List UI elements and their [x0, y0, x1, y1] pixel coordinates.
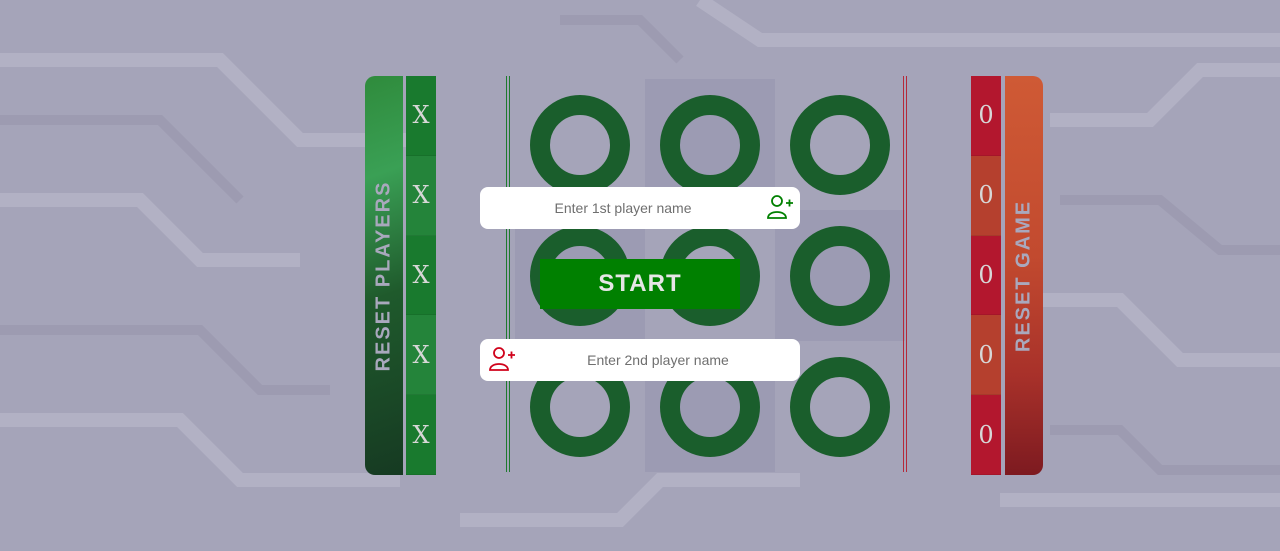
o-mark: 0 [971, 155, 1001, 236]
reset-players-label: RESET PLAYERS [372, 180, 395, 371]
o-ring [530, 94, 630, 195]
o-mark: 0 [971, 395, 1001, 475]
player1-name-input[interactable] [480, 186, 766, 230]
player2-name-box [480, 338, 800, 382]
player-o-marks: 0 0 0 0 0 [971, 76, 1001, 475]
x-mark: X [406, 395, 436, 475]
add-user-icon[interactable] [488, 344, 516, 377]
player1-name-box [480, 186, 800, 230]
reset-players-button[interactable]: RESET PLAYERS [365, 76, 403, 475]
reset-game-button[interactable]: RESET GAME [1005, 76, 1043, 475]
player2-name-input[interactable] [516, 338, 800, 382]
start-button[interactable]: START [540, 259, 740, 309]
add-user-icon[interactable] [766, 192, 794, 225]
o-mark: 0 [971, 315, 1001, 396]
x-mark: X [406, 315, 436, 396]
player-x-marks: X X X X X [406, 76, 436, 475]
o-mark: 0 [971, 235, 1001, 316]
red-divider [903, 76, 907, 472]
reset-game-label: RESET GAME [1012, 199, 1035, 352]
o-mark: 0 [971, 76, 1001, 156]
o-ring [790, 94, 890, 195]
o-ring [790, 356, 890, 457]
x-mark: X [406, 155, 436, 236]
x-mark: X [406, 235, 436, 316]
o-ring [790, 225, 890, 326]
o-ring [660, 94, 760, 195]
x-mark: X [406, 76, 436, 156]
board-cell[interactable] [775, 210, 905, 341]
green-divider [506, 76, 510, 472]
